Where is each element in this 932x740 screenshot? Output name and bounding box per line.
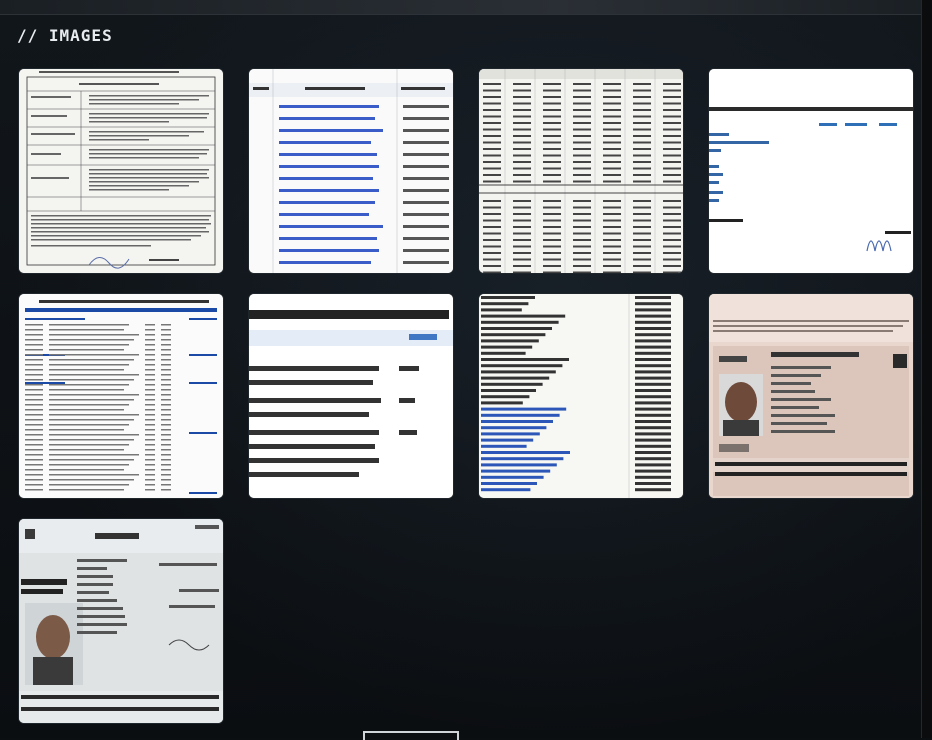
image-thumb-spreadsheet[interactable] xyxy=(479,69,683,273)
spanish-passport-image xyxy=(19,519,223,723)
bottom-control[interactable] xyxy=(363,731,459,740)
image-thumb-email-list[interactable] xyxy=(249,69,453,273)
image-thumb-mexican-passport[interactable] xyxy=(709,294,913,498)
images-panel: // IMAGES xyxy=(0,0,932,740)
email-list-image xyxy=(249,69,453,273)
office-quote-image xyxy=(249,294,453,498)
balance-sheet-image xyxy=(479,294,683,498)
contract-doc-image xyxy=(19,69,223,273)
budget-doc-image xyxy=(19,294,223,498)
image-thumb-office-quote[interactable] xyxy=(249,294,453,498)
expansion-header-image xyxy=(709,69,913,273)
image-thumb-expansion-header[interactable] xyxy=(709,69,913,273)
section-title: // IMAGES xyxy=(17,26,113,45)
scrollbar-track[interactable] xyxy=(921,0,932,738)
image-thumb-budget[interactable] xyxy=(19,294,223,498)
mexican-passport-image xyxy=(709,294,913,498)
image-thumb-balance-sheet[interactable] xyxy=(479,294,683,498)
spreadsheet-image xyxy=(479,69,683,273)
image-thumb-spanish-passport[interactable] xyxy=(19,519,223,723)
top-bar xyxy=(0,0,932,15)
image-thumb-contract[interactable] xyxy=(19,69,223,273)
image-grid xyxy=(19,69,913,723)
